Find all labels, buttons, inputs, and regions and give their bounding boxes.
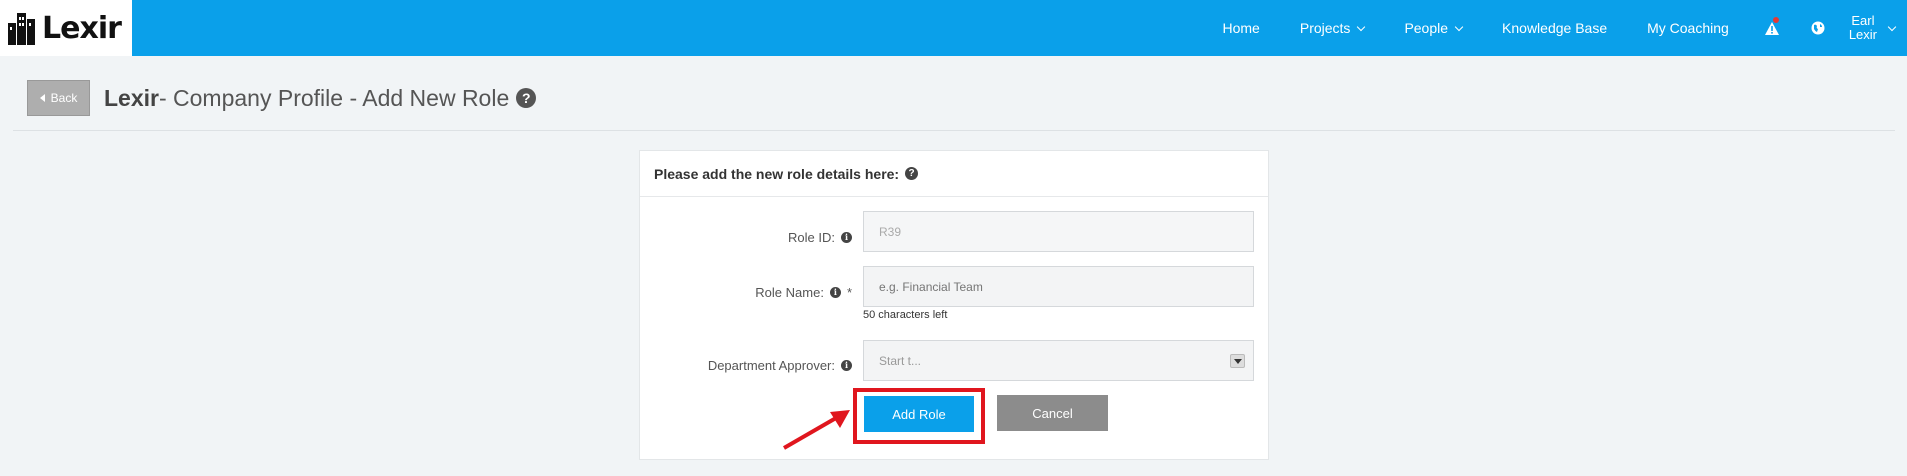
top-navbar: Lexir Home Projects People Knowledge Bas…	[0, 0, 1907, 56]
card-heading-text: Please add the new role details here:	[654, 165, 900, 182]
nav-projects[interactable]: Projects	[1280, 0, 1385, 56]
nav-home-label: Home	[1222, 20, 1260, 36]
user-menu[interactable]: Earl Lexir	[1841, 0, 1907, 56]
language-button[interactable]	[1795, 0, 1841, 56]
approver-select[interactable]: Start t...	[863, 340, 1254, 381]
approver-label: Department Approver: i	[708, 355, 852, 375]
role-id-field[interactable]: R39	[863, 211, 1254, 252]
character-count-hint: 50 characters left	[863, 309, 948, 321]
nav-projects-label: Projects	[1299, 20, 1351, 36]
user-last-name: Lexir	[1848, 27, 1877, 42]
approver-label-text: Department Approver:	[707, 357, 835, 373]
help-icon[interactable]: ?	[905, 167, 919, 180]
help-icon[interactable]: ?	[516, 88, 537, 108]
nav-my-coaching-label: My Coaching	[1647, 20, 1729, 36]
info-icon[interactable]: i	[829, 286, 841, 298]
alerts-button[interactable]	[1749, 0, 1795, 56]
nav-people[interactable]: People	[1384, 0, 1482, 56]
company-name: Lexir	[104, 84, 159, 111]
cancel-button[interactable]: Cancel	[997, 395, 1108, 431]
user-first-name: Earl	[1851, 13, 1875, 28]
notification-dot	[1772, 17, 1779, 23]
caret-left-icon	[39, 94, 45, 102]
chevron-down-icon	[1887, 22, 1897, 31]
role-name-input[interactable]	[879, 279, 1253, 294]
dropdown-arrow-icon[interactable]	[1230, 354, 1245, 368]
main-nav: Home Projects People Knowledge Base My C…	[1203, 0, 1907, 56]
header-divider	[13, 130, 1895, 131]
nav-people-label: People	[1404, 20, 1449, 36]
card-heading: Please add the new role details here: ?	[640, 151, 1268, 197]
pointer-arrow-icon	[783, 410, 850, 450]
role-id-value: R39	[879, 224, 902, 239]
back-button-label: Back	[50, 91, 78, 105]
info-icon[interactable]: i	[841, 359, 852, 371]
approver-placeholder: Start t...	[879, 353, 922, 368]
nav-my-coaching[interactable]: My Coaching	[1627, 0, 1749, 56]
info-icon[interactable]: i	[841, 231, 852, 243]
logo-text: Lexir	[42, 10, 122, 46]
chevron-down-icon	[1454, 22, 1464, 31]
nav-home[interactable]: Home	[1203, 0, 1280, 56]
role-name-label: Role Name: i *	[755, 282, 852, 302]
role-id-label-text: Role ID:	[788, 229, 835, 245]
add-role-button[interactable]: Add Role	[864, 396, 974, 432]
brand-logo[interactable]: Lexir	[0, 0, 132, 56]
required-asterisk: *	[846, 284, 852, 300]
page-title: Lexir - Company Profile - Add New Role ?	[104, 80, 537, 116]
page-title-text: - Company Profile - Add New Role	[158, 84, 510, 111]
back-button[interactable]: Back	[27, 80, 90, 116]
role-id-label: Role ID: i	[788, 227, 852, 247]
nav-knowledge-base-label: Knowledge Base	[1502, 20, 1608, 36]
role-name-label-text: Role Name:	[755, 284, 824, 300]
warning-triangle-icon	[1764, 21, 1779, 35]
globe-icon	[1811, 21, 1825, 35]
nav-knowledge-base[interactable]: Knowledge Base	[1482, 0, 1627, 56]
add-role-card: Please add the new role details here: ? …	[639, 150, 1269, 460]
buildings-logo-icon	[8, 13, 35, 45]
chevron-down-icon	[1357, 22, 1366, 31]
role-name-field[interactable]	[863, 266, 1254, 307]
